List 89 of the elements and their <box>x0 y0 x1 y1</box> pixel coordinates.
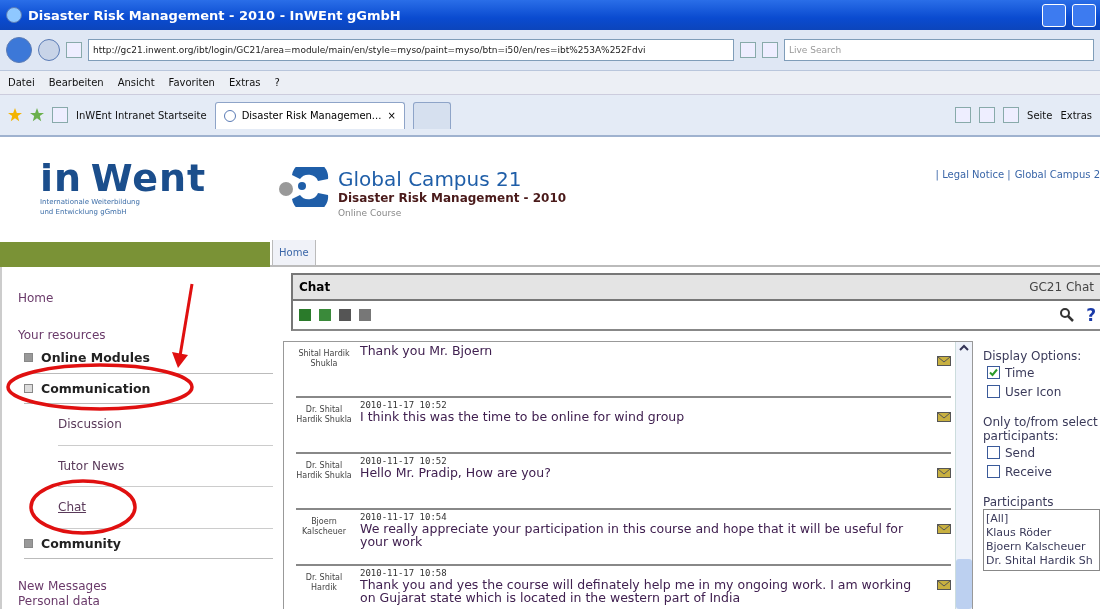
checkbox[interactable] <box>987 446 1000 459</box>
envelope-icon[interactable] <box>937 468 951 478</box>
sidebar-link[interactable]: Tutor News <box>58 458 125 473</box>
scroll-thumb[interactable] <box>956 559 972 609</box>
menu-item[interactable]: Bearbeiten <box>48 77 104 88</box>
chat-title: Chat <box>299 280 331 294</box>
checkbox-label: User Icon <box>1005 384 1062 399</box>
menu-item[interactable]: Extras <box>228 77 261 88</box>
filter-label: Only to/from select <box>983 415 1099 429</box>
course-subtitle: Online Course <box>338 208 403 218</box>
message-time: 2010-11-17 10:52 <box>360 400 448 410</box>
checkbox-label: Receive <box>1005 464 1052 479</box>
star-icon[interactable] <box>30 108 44 122</box>
course-title: Disaster Risk Management - 2010 <box>338 191 567 205</box>
collapse-icon[interactable] <box>24 383 33 393</box>
menu-item[interactable]: Ansicht <box>117 77 155 88</box>
envelope-icon[interactable] <box>937 412 951 422</box>
expand-icon[interactable] <box>24 353 33 363</box>
command-button[interactable]: Seite <box>1027 109 1053 121</box>
new-tab-button[interactable] <box>412 101 451 129</box>
toolbar-icon[interactable] <box>337 307 353 323</box>
header-link[interactable]: | Legal Notice | <box>935 169 1011 240</box>
message-text: Hello Mr. Pradip, How are you? <box>360 466 552 479</box>
toolbar-icon[interactable] <box>297 307 313 323</box>
message-author: Bjoern Kalscheuer <box>300 516 348 538</box>
back-button[interactable] <box>6 37 32 63</box>
checkbox[interactable] <box>987 385 1000 398</box>
sidebar-link[interactable]: Home <box>18 291 283 306</box>
message-text: We really appreciate your participation in this course and hope that it will be useful for your work <box>360 522 905 548</box>
tree-item[interactable]: Communication <box>41 380 151 396</box>
tab-title: Disaster Risk Managemen... <box>241 110 382 121</box>
favorite-link[interactable]: InWEnt Intranet Startseite <box>76 109 207 121</box>
message-text: Thank you Mr. Bjoern <box>360 344 494 357</box>
participants-label: Participants <box>983 495 1055 509</box>
participant-item[interactable]: Bjoern Kalscheuer <box>986 540 1097 554</box>
sidebar-heading: Your resources <box>18 328 107 343</box>
envelope-icon[interactable] <box>937 356 951 366</box>
loading-icon <box>223 109 236 122</box>
checkbox-label: Send <box>1005 445 1036 460</box>
star-icon[interactable] <box>8 108 22 122</box>
message-author: Dr. Shital Hardik <box>304 572 344 594</box>
participant-item[interactable]: [All] <box>986 512 1097 526</box>
sidebar-link[interactable]: Personal data <box>18 594 283 609</box>
checkbox[interactable] <box>987 465 1000 478</box>
filter-label: participants: <box>983 429 1060 443</box>
browser-logo-icon <box>6 7 22 23</box>
browser-tab[interactable]: Disaster Risk Managemen... × <box>214 101 405 129</box>
message-time: 2010-11-17 10:54 <box>360 512 448 522</box>
sidebar-link[interactable]: Chat <box>58 500 87 515</box>
expand-icon[interactable] <box>24 538 33 548</box>
tree-item[interactable]: Community <box>41 535 122 551</box>
help-button[interactable]: ? <box>1086 305 1096 325</box>
window-title: Disaster Risk Management - 2010 - InWEnt gGmbH <box>28 7 402 23</box>
logo-text: in Went <box>40 159 208 197</box>
menu-item[interactable]: ? <box>274 77 280 88</box>
toolbar-icon[interactable] <box>317 307 333 323</box>
message-time: 2010-11-17 10:52 <box>360 456 448 466</box>
participants-list[interactable]: [All] Klaus Röder Bjoern Kalscheuer Dr. Shital Hardik Sh <box>983 509 1100 571</box>
checkbox-label: Time <box>1005 365 1035 380</box>
sidebar-link[interactable]: New Messages <box>18 579 283 594</box>
campus-title: Global Campus 21 <box>338 167 523 191</box>
message-text: I think this was the time to be online for wind group <box>360 410 686 423</box>
maximize-button[interactable] <box>1072 3 1096 27</box>
envelope-icon[interactable] <box>937 524 951 534</box>
message-author: Dr. Shital Hardik Shukla <box>296 404 352 426</box>
scrollbar[interactable] <box>955 342 972 609</box>
message-author: Shital Hardik Shukla <box>297 348 351 370</box>
envelope-icon[interactable] <box>937 580 951 590</box>
message-author: Dr. Shital Hardik Shukla <box>296 460 352 482</box>
participant-item[interactable]: Dr. Shital Hardik Sh <box>986 554 1097 568</box>
tree-item[interactable]: Online Modules <box>41 350 150 366</box>
forward-button[interactable] <box>38 39 60 61</box>
participant-item[interactable]: Klaus Röder <box>986 526 1097 540</box>
address-field[interactable]: http://gc21.inwent.org/ibt/login/GC21/area=module/main/en/style=myso/paint=myso/btn=i50/en/res=ibt%253A%252Fdvi <box>88 39 734 61</box>
sidebar-link[interactable]: Discussion <box>58 417 122 432</box>
nav-tab[interactable]: Home <box>272 240 316 265</box>
message-text: Thank you and yes the course will definately help me in my ongoing work. I am working on Gujarat state which is located in the western part of India <box>360 578 913 604</box>
header-link[interactable]: Global Campus 2 <box>1014 169 1100 240</box>
message-time: 2010-11-17 10:58 <box>360 568 448 578</box>
search-icon[interactable] <box>1060 308 1075 322</box>
menu-item[interactable]: Datei <box>8 77 35 88</box>
toolbar-icon[interactable] <box>357 307 373 323</box>
command-button[interactable]: Extras <box>1060 109 1092 121</box>
checkbox[interactable] <box>987 366 1000 379</box>
options-label: Display Options: <box>983 349 1083 363</box>
menu-item[interactable]: Favoriten <box>168 77 215 88</box>
chat-app-name: GC21 Chat <box>1029 280 1094 294</box>
minimize-button[interactable] <box>1042 3 1066 27</box>
close-tab-button[interactable]: × <box>387 110 396 121</box>
